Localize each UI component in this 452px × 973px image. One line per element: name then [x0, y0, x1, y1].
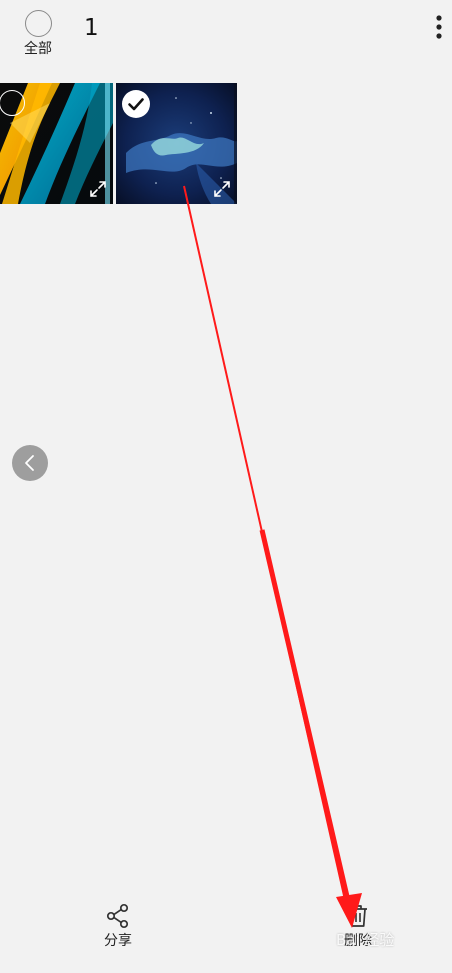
trash-icon [349, 905, 367, 927]
back-button[interactable] [12, 445, 48, 481]
gallery-thumbnail[interactable] [0, 83, 113, 204]
share-icon [106, 903, 129, 929]
checkmark-icon [128, 98, 144, 111]
gallery-thumbnail-selected[interactable] [116, 83, 237, 204]
more-vertical-icon [436, 15, 442, 39]
expand-icon[interactable] [213, 180, 231, 198]
expand-icon[interactable] [89, 180, 107, 198]
more-options-button[interactable] [428, 12, 450, 44]
select-all-circle-icon[interactable] [24, 10, 52, 37]
checked-circle-icon[interactable] [122, 90, 150, 118]
select-all-label: 全部 [24, 41, 52, 57]
selection-circle-icon[interactable] [0, 90, 25, 116]
delete-label: 删除 [344, 933, 372, 949]
gallery-selection-screen: 全部 1 分享 删除 Bai 经验 [0, 0, 452, 973]
selected-count: 1 [84, 15, 99, 41]
share-button[interactable]: 分享 [78, 903, 158, 959]
share-label: 分享 [104, 933, 132, 949]
select-all-toggle[interactable]: 全部 [14, 10, 62, 64]
chevron-left-icon [25, 455, 34, 471]
delete-button[interactable]: 删除 [318, 903, 398, 959]
